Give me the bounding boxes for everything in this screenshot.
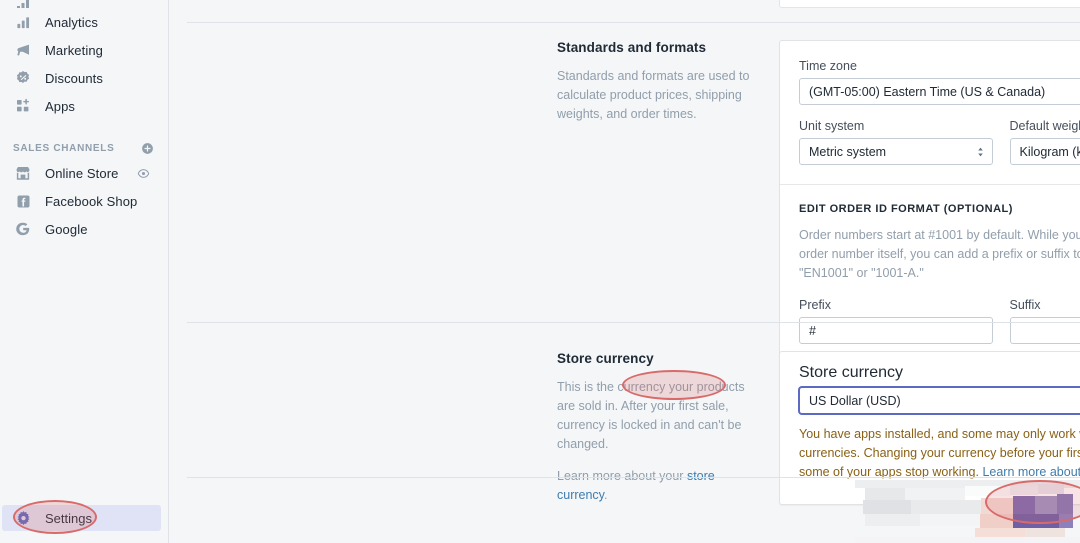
prefix-value: # bbox=[809, 324, 816, 338]
sidebar: Analytics Marketing Discounts Apps bbox=[0, 0, 169, 543]
sidebar-item-label: Google bbox=[45, 222, 88, 237]
currency-description-2: Learn more about your store currency. bbox=[557, 467, 761, 505]
section-divider-top bbox=[187, 22, 1080, 23]
sidebar-item-google[interactable]: Google bbox=[2, 215, 160, 243]
order-id-heading: EDIT ORDER ID FORMAT (OPTIONAL) bbox=[799, 203, 1080, 215]
section-divider-middle bbox=[187, 322, 1080, 323]
unit-and-weight-row: Unit system Metric system Default weight… bbox=[799, 119, 1080, 165]
store-currency-select[interactable]: US Dollar (USD) bbox=[799, 387, 1080, 414]
sidebar-item-label: Apps bbox=[45, 99, 75, 114]
settings-page: Analytics Marketing Discounts Apps bbox=[0, 0, 1080, 543]
blurred-save-bar-region bbox=[855, 480, 1080, 543]
currency-field-label: Store currency bbox=[799, 364, 903, 382]
settings-nav-wrapper: Settings bbox=[0, 505, 169, 531]
suffix-field: Suffix bbox=[1010, 298, 1080, 344]
default-weight-unit-field: Default weight unit Kilogram (kg) bbox=[1010, 119, 1080, 165]
discount-tag-icon bbox=[13, 68, 33, 88]
currency-desc2-pre: Learn more about your bbox=[557, 469, 687, 483]
weight-unit-value: Kilogram (kg) bbox=[1020, 145, 1080, 159]
sidebar-item-label: Discounts bbox=[45, 71, 103, 86]
unit-system-field: Unit system Metric system bbox=[799, 119, 993, 165]
store-currency-value: US Dollar (USD) bbox=[809, 394, 901, 408]
storefront-icon bbox=[13, 163, 33, 183]
sidebar-item-partial-above[interactable] bbox=[2, 0, 160, 8]
sidebar-item-discounts[interactable]: Discounts bbox=[2, 64, 160, 92]
unit-system-value: Metric system bbox=[809, 145, 886, 159]
standards-card-fields: Time zone (GMT-05:00) Eastern Time (US &… bbox=[780, 41, 1080, 184]
standards-heading: Standards and formats bbox=[557, 40, 761, 55]
sidebar-item-analytics[interactable]: Analytics bbox=[2, 8, 160, 36]
standards-description-column: Standards and formats Standards and form… bbox=[557, 40, 779, 395]
currency-description-1: This is the currency your products are s… bbox=[557, 378, 761, 454]
megaphone-icon bbox=[13, 40, 33, 60]
sidebar-item-label: Online Store bbox=[45, 166, 118, 181]
currency-label-row: Store currency Change formatting bbox=[799, 364, 1080, 382]
suffix-label: Suffix bbox=[1010, 298, 1080, 312]
sidebar-item-online-store[interactable]: Online Store bbox=[2, 159, 160, 187]
facebook-icon bbox=[13, 191, 33, 211]
currency-heading: Store currency bbox=[557, 351, 761, 366]
sidebar-item-marketing[interactable]: Marketing bbox=[2, 36, 160, 64]
weight-unit-select[interactable]: Kilogram (kg) bbox=[1010, 138, 1080, 165]
settings-label: Settings bbox=[45, 511, 92, 526]
standards-description: Standards and formats are used to calcul… bbox=[557, 67, 761, 124]
section-divider-bottom bbox=[187, 477, 1080, 478]
sidebar-item-label: Marketing bbox=[45, 43, 103, 58]
sidebar-nav-list: Analytics Marketing Discounts Apps bbox=[0, 8, 168, 120]
sales-channels-list: Online Store Facebook Shop Google bbox=[0, 159, 168, 243]
circle-plus-icon[interactable] bbox=[141, 142, 154, 155]
sidebar-item-facebook-shop[interactable]: Facebook Shop bbox=[2, 187, 160, 215]
sales-channels-header: SALES CHANNELS bbox=[0, 137, 168, 159]
unit-system-select[interactable]: Metric system bbox=[799, 138, 993, 165]
sidebar-item-apps[interactable]: Apps bbox=[2, 92, 160, 120]
google-g-icon bbox=[13, 219, 33, 239]
time-zone-field: Time zone (GMT-05:00) Eastern Time (US &… bbox=[799, 59, 1080, 105]
sidebar-item-settings[interactable]: Settings bbox=[2, 505, 161, 531]
sidebar-item-label: Facebook Shop bbox=[45, 194, 137, 209]
prefix-suffix-row: Prefix # Suffix bbox=[799, 298, 1080, 344]
gear-icon bbox=[13, 508, 33, 528]
prefix-label: Prefix bbox=[799, 298, 993, 312]
eye-view-icon[interactable] bbox=[137, 167, 150, 180]
apps-grid-plus-icon bbox=[13, 96, 33, 116]
standards-and-formats-section: Standards and formats Standards and form… bbox=[169, 40, 1080, 395]
prefix-field: Prefix # bbox=[799, 298, 993, 344]
order-id-help-text: Order numbers start at #1001 by default.… bbox=[799, 226, 1080, 283]
time-zone-value: (GMT-05:00) Eastern Time (US & Canada) bbox=[809, 85, 1045, 99]
analytics-bar-chart-icon bbox=[13, 12, 33, 32]
partial-card-above bbox=[779, 0, 1080, 8]
unit-system-label: Unit system bbox=[799, 119, 993, 133]
currency-description-column: Store currency This is the currency your… bbox=[557, 351, 779, 505]
partial-icon bbox=[13, 0, 33, 8]
time-zone-label: Time zone bbox=[799, 59, 1080, 73]
chevron-updown-icon bbox=[976, 145, 985, 159]
weight-unit-label: Default weight unit bbox=[1010, 119, 1080, 133]
standards-card: Time zone (GMT-05:00) Eastern Time (US &… bbox=[779, 40, 1080, 395]
sidebar-item-label: Analytics bbox=[45, 15, 98, 30]
currency-desc2-post: . bbox=[604, 488, 607, 502]
sales-channels-title: SALES CHANNELS bbox=[13, 143, 114, 154]
time-zone-select[interactable]: (GMT-05:00) Eastern Time (US & Canada) bbox=[799, 78, 1080, 105]
main-content: Standards and formats Standards and form… bbox=[169, 0, 1080, 543]
currency-warning-text: You have apps installed, and some may on… bbox=[799, 425, 1080, 482]
